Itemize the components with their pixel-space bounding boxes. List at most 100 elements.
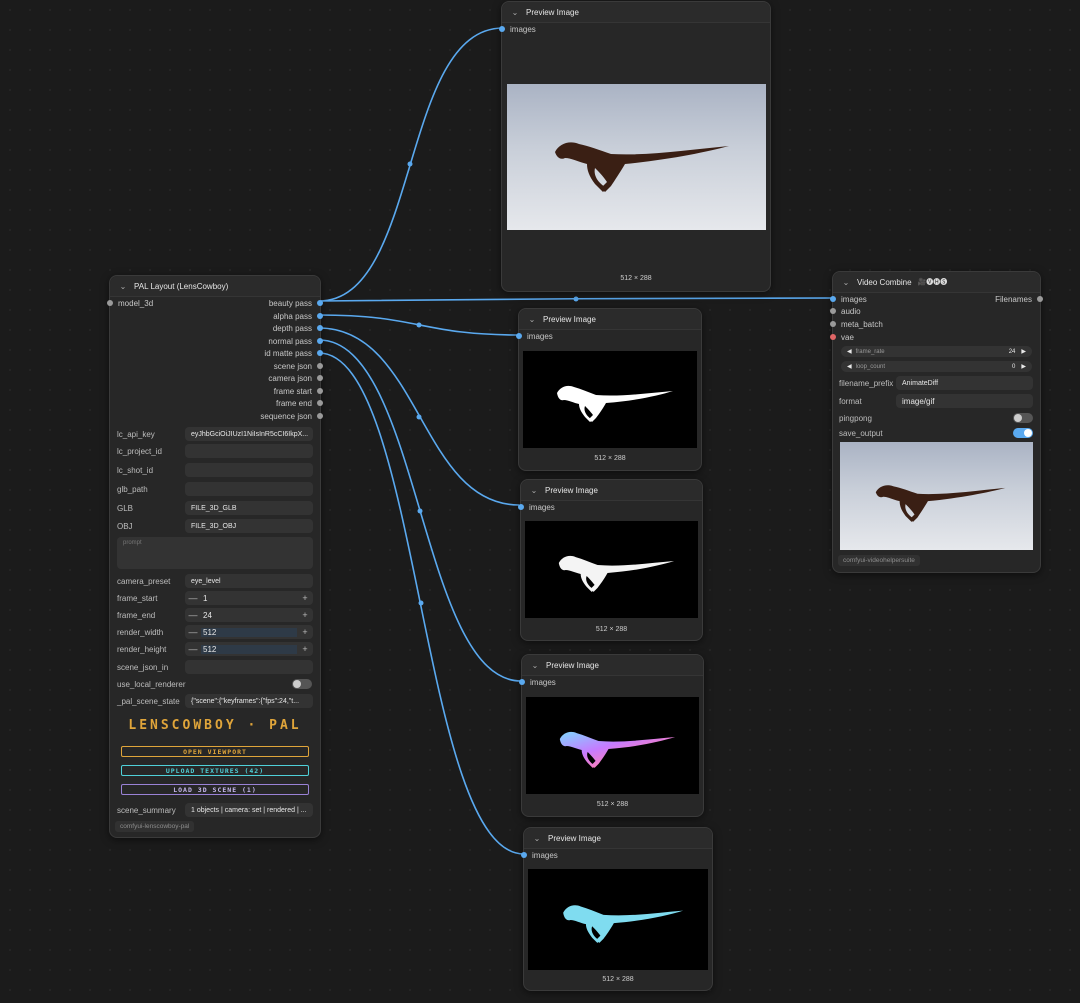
slot-dot-icon[interactable]: [107, 300, 113, 306]
glb-path-field[interactable]: [185, 482, 313, 496]
slot-dot-icon[interactable]: [518, 504, 524, 510]
output-frame-start[interactable]: frame start: [274, 386, 323, 396]
plus-icon[interactable]: +: [297, 610, 313, 620]
loop-count-slider[interactable]: ◀ loop_count 0 ▶: [841, 361, 1032, 372]
lc-api-key-field[interactable]: eyJhbGciOiJIUzI1NiIsInR5cCI6IkpX...: [185, 427, 313, 441]
slot-dot-icon[interactable]: [317, 300, 323, 306]
video-combine-node[interactable]: ⌄ Video Combine 🎥🅥🅗🅢 images audio meta_b…: [830, 271, 1043, 573]
image-size-label: 512 × 288: [595, 626, 628, 633]
slot-dot-icon[interactable]: [516, 333, 522, 339]
arrow-right-icon[interactable]: ▶: [1021, 348, 1026, 355]
slot-dot-icon[interactable]: [1037, 296, 1043, 302]
plus-icon[interactable]: +: [297, 627, 313, 637]
slot-dot-icon[interactable]: [317, 388, 323, 394]
slot-dot-icon[interactable]: [521, 852, 527, 858]
prompt-textarea[interactable]: prompt: [117, 537, 313, 569]
output-depth-pass[interactable]: depth pass: [273, 323, 323, 333]
slot-dot-icon[interactable]: [317, 413, 323, 419]
input-slot-images[interactable]: images: [830, 294, 867, 304]
input-slot-images[interactable]: images: [519, 677, 556, 687]
preview-image-node[interactable]: ⌄ Preview Image images 512 × 288: [499, 1, 771, 292]
camera-preset-select[interactable]: eye_level: [185, 574, 313, 588]
save-output-toggle[interactable]: [1013, 428, 1033, 438]
chevron-down-icon[interactable]: ⌄: [510, 7, 520, 17]
slot-dot-icon[interactable]: [317, 325, 323, 331]
pal-scene-state-field[interactable]: {"scene":{"keyframes":{"fps":24,"t...: [185, 694, 313, 708]
input-slot-images[interactable]: images: [499, 24, 536, 34]
render-height-stepper[interactable]: —512 +: [185, 642, 313, 656]
scene-json-in-field[interactable]: [185, 660, 313, 674]
preview-image-node[interactable]: ⌄ Preview Image images 512 × 288: [519, 654, 704, 817]
preview-image-node[interactable]: ⌄ Preview Image images 512 × 288: [518, 479, 703, 641]
filename-prefix-field[interactable]: AnimateDiff: [896, 376, 1033, 390]
slot-dot-icon[interactable]: [317, 313, 323, 319]
use-local-renderer-toggle[interactable]: [292, 679, 312, 689]
node-header[interactable]: ⌄ Preview Image: [522, 655, 703, 676]
node-header[interactable]: ⌄ Video Combine 🎥🅥🅗🅢: [833, 272, 1040, 293]
preview-image-node[interactable]: ⌄ Preview Image images 512 × 288: [516, 308, 702, 471]
output-camera-json[interactable]: camera json: [268, 373, 323, 383]
open-viewport-button[interactable]: OPEN VIEWPORT: [121, 746, 309, 757]
node-header[interactable]: ⌄ PAL Layout (LensCowboy): [110, 276, 320, 297]
lc-shot-id-field[interactable]: [185, 463, 313, 477]
obj-select[interactable]: FILE_3D_OBJ: [185, 519, 313, 533]
slot-dot-icon[interactable]: [830, 321, 836, 327]
slot-dot-icon[interactable]: [317, 350, 323, 356]
chevron-down-icon[interactable]: ⌄: [529, 485, 539, 495]
output-scene-json[interactable]: scene json: [274, 361, 323, 371]
plus-icon[interactable]: +: [297, 593, 313, 603]
slot-dot-icon[interactable]: [317, 363, 323, 369]
frame-end-stepper[interactable]: —24 +: [185, 608, 313, 622]
plus-icon[interactable]: +: [297, 644, 313, 654]
glb-select[interactable]: FILE_3D_GLB: [185, 501, 313, 515]
output-alpha-pass[interactable]: alpha pass: [273, 311, 323, 321]
slot-dot-icon[interactable]: [317, 400, 323, 406]
chevron-down-icon[interactable]: ⌄: [530, 660, 540, 670]
output-frame-end[interactable]: frame end: [276, 398, 323, 408]
output-filenames[interactable]: Filenames: [995, 294, 1043, 304]
chevron-down-icon[interactable]: ⌄: [527, 314, 537, 324]
output-id-matte-pass[interactable]: id matte pass: [264, 348, 323, 358]
input-slot-images[interactable]: images: [521, 850, 558, 860]
minus-icon[interactable]: —: [185, 610, 201, 620]
slot-dot-icon[interactable]: [830, 296, 836, 302]
id-matte-pass-preview: [528, 869, 708, 970]
slot-dot-icon[interactable]: [317, 338, 323, 344]
input-slot-audio[interactable]: audio: [830, 306, 861, 316]
input-slot-images[interactable]: images: [516, 331, 553, 341]
load-3d-scene-button[interactable]: LOAD 3D SCENE (1): [121, 784, 309, 795]
preview-image-node[interactable]: ⌄ Preview Image images 512 × 288: [521, 827, 713, 991]
output-normal-pass[interactable]: normal pass: [268, 336, 323, 346]
node-header[interactable]: ⌄ Preview Image: [519, 309, 701, 330]
minus-icon[interactable]: —: [185, 593, 201, 603]
chevron-down-icon[interactable]: ⌄: [841, 277, 851, 287]
chevron-down-icon[interactable]: ⌄: [532, 833, 542, 843]
output-sequence-json[interactable]: sequence json: [260, 411, 323, 421]
minus-icon[interactable]: —: [185, 644, 201, 654]
pingpong-toggle[interactable]: [1013, 413, 1033, 423]
arrow-right-icon[interactable]: ▶: [1021, 363, 1026, 370]
pal-layout-node[interactable]: ⌄ PAL Layout (LensCowboy) model_3d beaut…: [107, 275, 323, 838]
input-slot-vae[interactable]: vae: [830, 332, 854, 342]
slot-dot-icon[interactable]: [519, 679, 525, 685]
slot-dot-icon[interactable]: [499, 26, 505, 32]
slot-dot-icon[interactable]: [830, 308, 836, 314]
node-header[interactable]: ⌄ Preview Image: [502, 2, 770, 23]
frame-start-stepper[interactable]: —1 +: [185, 591, 313, 605]
node-header[interactable]: ⌄ Preview Image: [524, 828, 712, 849]
scene-summary-field[interactable]: 1 objects | camera: set | rendered | ...: [185, 803, 313, 817]
slot-dot-icon[interactable]: [830, 334, 836, 340]
input-slot-meta-batch[interactable]: meta_batch: [830, 319, 883, 329]
chevron-down-icon[interactable]: ⌄: [118, 281, 128, 291]
slot-dot-icon[interactable]: [317, 375, 323, 381]
frame-rate-slider[interactable]: ◀ frame_rate 24 ▶: [841, 346, 1032, 357]
output-beauty-pass[interactable]: beauty pass: [269, 298, 323, 308]
minus-icon[interactable]: —: [185, 627, 201, 637]
render-width-stepper[interactable]: —512 +: [185, 625, 313, 639]
input-slot-model-3d[interactable]: model_3d: [107, 298, 153, 308]
input-slot-images[interactable]: images: [518, 502, 555, 512]
upload-textures-button[interactable]: UPLOAD TEXTURES (42): [121, 765, 309, 776]
format-select[interactable]: image/gif: [896, 394, 1033, 408]
lc-project-id-field[interactable]: [185, 444, 313, 458]
node-header[interactable]: ⌄ Preview Image: [521, 480, 702, 501]
